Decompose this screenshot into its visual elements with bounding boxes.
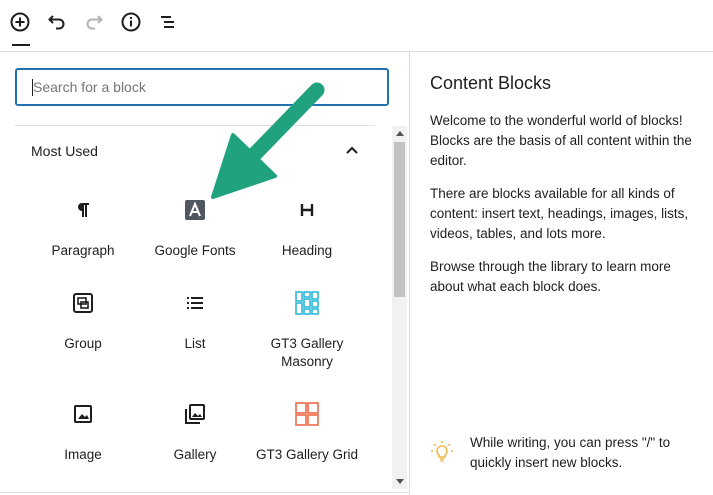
block-item-list[interactable]: List [139,289,251,353]
annotation-arrow-icon [211,82,325,199]
block-item-gt3-gallery-grid[interactable]: GT3 Gallery Grid [251,400,363,464]
gt3-grid-icon [251,400,363,428]
block-item-image[interactable]: Image [27,400,139,464]
block-label: Heading [281,243,333,258]
block-item-group[interactable]: Group [27,289,139,353]
block-item-google-fonts[interactable]: Google Fonts [139,196,251,260]
gt3-masonry-icon [251,289,363,317]
image-icon [27,400,139,428]
inspector-paragraph: Welcome to the wonderful world of blocks… [430,113,692,168]
inspector-title: Content Blocks [430,73,552,93]
active-indicator [12,44,30,46]
block-item-paragraph[interactable]: Paragraph [27,196,139,260]
info-icon[interactable] [119,10,143,34]
block-item-heading[interactable]: Heading [251,196,363,260]
scrollbar-thumb[interactable] [394,142,405,297]
block-item-gt3-gallery-masonry[interactable]: GT3 Gallery Masonry [251,289,363,371]
inspector-paragraph: Browse through the library to learn more… [430,259,671,294]
panel-divider [409,52,410,495]
section-title: Most Used [31,143,98,159]
block-label: Paragraph [51,243,115,258]
group-icon [27,289,139,317]
scroll-down-icon[interactable] [394,477,405,487]
block-label: Image [64,447,102,462]
block-label: Group [64,336,102,351]
inspector-tip: While writing, you can press "/" to quic… [470,435,671,470]
text-caret [32,79,33,96]
gallery-icon [139,400,251,428]
inspector-paragraph: There are blocks available for all kinds… [430,186,689,241]
scroll-up-icon[interactable] [394,128,405,138]
panel-bottom-edge [0,492,409,493]
redo-icon[interactable] [82,10,106,34]
block-label: GT3 Gallery Masonry [270,336,344,369]
block-label: Google Fonts [154,243,236,258]
lightbulb-icon [430,440,454,464]
editor-toolbar [0,0,713,46]
block-item-gallery[interactable]: Gallery [139,400,251,464]
outline-icon[interactable] [156,10,180,34]
block-label: Gallery [173,447,217,462]
block-label: GT3 Gallery Grid [255,447,359,462]
block-label: List [184,336,206,351]
list-icon [139,289,251,317]
undo-icon[interactable] [45,10,69,34]
add-block-icon[interactable] [8,10,32,34]
paragraph-icon [27,196,139,224]
chevron-up-icon[interactable] [342,142,362,158]
